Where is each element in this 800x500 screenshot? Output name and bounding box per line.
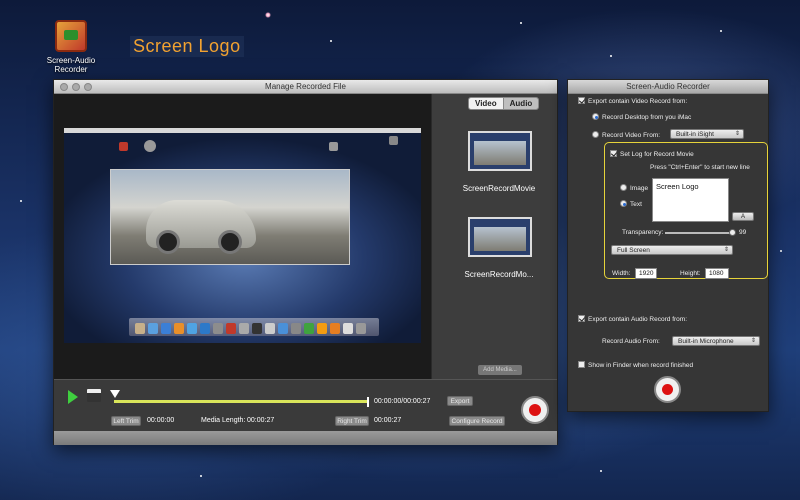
star: [20, 200, 22, 202]
window-controls: [60, 83, 92, 91]
window-bottom-bar: [54, 431, 557, 445]
playback-controls: 00:00:00/00:00:27 Export Left Trim 00:00…: [54, 379, 557, 431]
export-button[interactable]: Export: [447, 396, 473, 406]
configure-record-button[interactable]: Configure Record: [449, 416, 505, 426]
star: [600, 470, 602, 472]
media-thumbnail[interactable]: [468, 217, 532, 257]
export-audio-option[interactable]: Export contain Audio Record from:: [578, 315, 687, 323]
close-button[interactable]: [60, 83, 68, 91]
media-length-label: Media Length:: [201, 417, 246, 424]
export-video-label: Export contain Video Record from:: [588, 98, 688, 105]
set-log-label: Set Log for Record Movie: [620, 151, 694, 158]
export-video-checkbox[interactable]: [578, 97, 585, 104]
preview-dock: [129, 318, 379, 336]
size-mode-select[interactable]: Full Screen: [611, 245, 733, 255]
star: [780, 250, 782, 252]
preview-menubar: [64, 128, 421, 133]
width-input[interactable]: 1920: [635, 268, 657, 279]
transparency-slider-knob[interactable]: [729, 229, 736, 236]
play-icon[interactable]: [68, 390, 78, 404]
tab-audio[interactable]: Audio: [502, 98, 539, 109]
text-option[interactable]: Text: [620, 200, 642, 208]
media-list-panel: Video Audio ScreenRecordMovie ScreenReco…: [431, 94, 557, 379]
recorder-titlebar[interactable]: Screen-Audio Recorder: [568, 80, 768, 94]
record-button[interactable]: [521, 396, 549, 424]
text-radio[interactable]: [620, 200, 627, 207]
transparency-label: Transparency:: [622, 229, 664, 236]
left-trim-time: 00:00:00: [147, 417, 175, 424]
main-titlebar[interactable]: Manage Recorded File: [54, 80, 557, 94]
height-label: Height:: [680, 270, 701, 277]
show-in-finder-checkbox[interactable]: [578, 361, 585, 368]
export-audio-label: Export contain Audio Record from:: [588, 316, 687, 323]
media-length-value: 00:00:27: [247, 417, 275, 424]
desktop-app-label: Screen-Audio Recorder: [46, 56, 96, 74]
right-trim-time: 00:00:27: [374, 417, 402, 424]
video-preview: [54, 94, 431, 379]
left-trim-button[interactable]: Left Trim: [111, 416, 141, 426]
minimize-button[interactable]: [72, 83, 80, 91]
transparency-slider[interactable]: [665, 232, 733, 234]
record-video-label: Record Video From:: [602, 132, 661, 139]
desktop-app-icon[interactable]: Screen-Audio Recorder: [40, 20, 102, 74]
export-video-option[interactable]: Export contain Video Record from:: [578, 97, 687, 105]
preview-desktop-icon: [389, 136, 398, 145]
transparency-value: 99: [739, 229, 747, 236]
record-audio-label: Record Audio From:: [602, 338, 660, 345]
timeline-track[interactable]: [114, 400, 367, 403]
time-readout: 00:00:00/00:00:27: [374, 398, 431, 405]
add-media-button[interactable]: Add Media...: [478, 365, 522, 375]
record-video-option[interactable]: Record Video From:: [592, 131, 660, 139]
record-desktop-radio[interactable]: [592, 113, 599, 120]
star: [330, 40, 332, 42]
trim-start-handle[interactable]: [110, 390, 120, 398]
right-trim-button[interactable]: Right Trim: [335, 416, 369, 426]
preview-desktop-icon: [144, 140, 156, 152]
set-log-checkbox[interactable]: [610, 150, 617, 157]
manage-recorded-file-window: Manage Recorded File Video Audio ScreenR…: [53, 79, 558, 445]
star: [520, 22, 522, 24]
media-thumbnail[interactable]: [468, 131, 532, 171]
start-record-button[interactable]: [654, 376, 681, 403]
show-in-finder-label: Show in Finder when record finished: [588, 362, 694, 369]
media-item-label[interactable]: ScreenRecordMovie: [444, 184, 554, 193]
main-window-title: Manage Recorded File: [265, 82, 346, 91]
screen-audio-recorder-window: Screen-Audio Recorder Export contain Vid…: [567, 79, 769, 412]
media-type-tabs: Video Audio: [468, 97, 540, 110]
clapperboard-icon[interactable]: [87, 389, 101, 402]
set-log-option[interactable]: Set Log for Record Movie: [610, 150, 694, 158]
width-label: Width:: [612, 270, 631, 277]
image-radio[interactable]: [620, 184, 627, 191]
star: [265, 12, 271, 18]
trim-end-handle[interactable]: [367, 397, 369, 407]
preview-desktop-icon: [119, 142, 128, 151]
preview-frame: [64, 128, 421, 343]
record-desktop-label: Record Desktop from you iMac: [602, 114, 692, 121]
text-label: Text: [630, 201, 642, 208]
car-image: [146, 200, 256, 254]
log-text-area[interactable]: Screen Logo: [652, 178, 729, 222]
star: [720, 30, 722, 32]
image-option[interactable]: Image: [620, 184, 648, 192]
font-button[interactable]: A: [732, 212, 754, 221]
image-label: Image: [630, 185, 649, 192]
preview-video-frame: [110, 169, 350, 265]
show-in-finder-option[interactable]: Show in Finder when record finished: [578, 361, 693, 369]
screen-logo-overlay: Screen Logo: [130, 36, 244, 57]
film-icon: [55, 20, 87, 52]
recorder-window-title: Screen-Audio Recorder: [626, 82, 710, 91]
video-source-select[interactable]: Built-in iSight: [670, 129, 744, 139]
audio-source-select[interactable]: Built-in Microphone: [672, 336, 760, 346]
star: [200, 475, 202, 477]
export-audio-checkbox[interactable]: [578, 315, 585, 322]
height-input[interactable]: 1080: [705, 268, 729, 279]
preview-desktop-icon: [329, 142, 338, 151]
star: [610, 55, 612, 57]
record-video-radio[interactable]: [592, 131, 599, 138]
media-item-label[interactable]: ScreenRecordMo...: [444, 270, 554, 279]
zoom-button[interactable]: [84, 83, 92, 91]
tab-video[interactable]: Video: [469, 98, 503, 109]
hint-text: Press "Ctrl+Enter" to start new line: [650, 164, 750, 171]
record-desktop-option[interactable]: Record Desktop from you iMac: [592, 113, 691, 121]
